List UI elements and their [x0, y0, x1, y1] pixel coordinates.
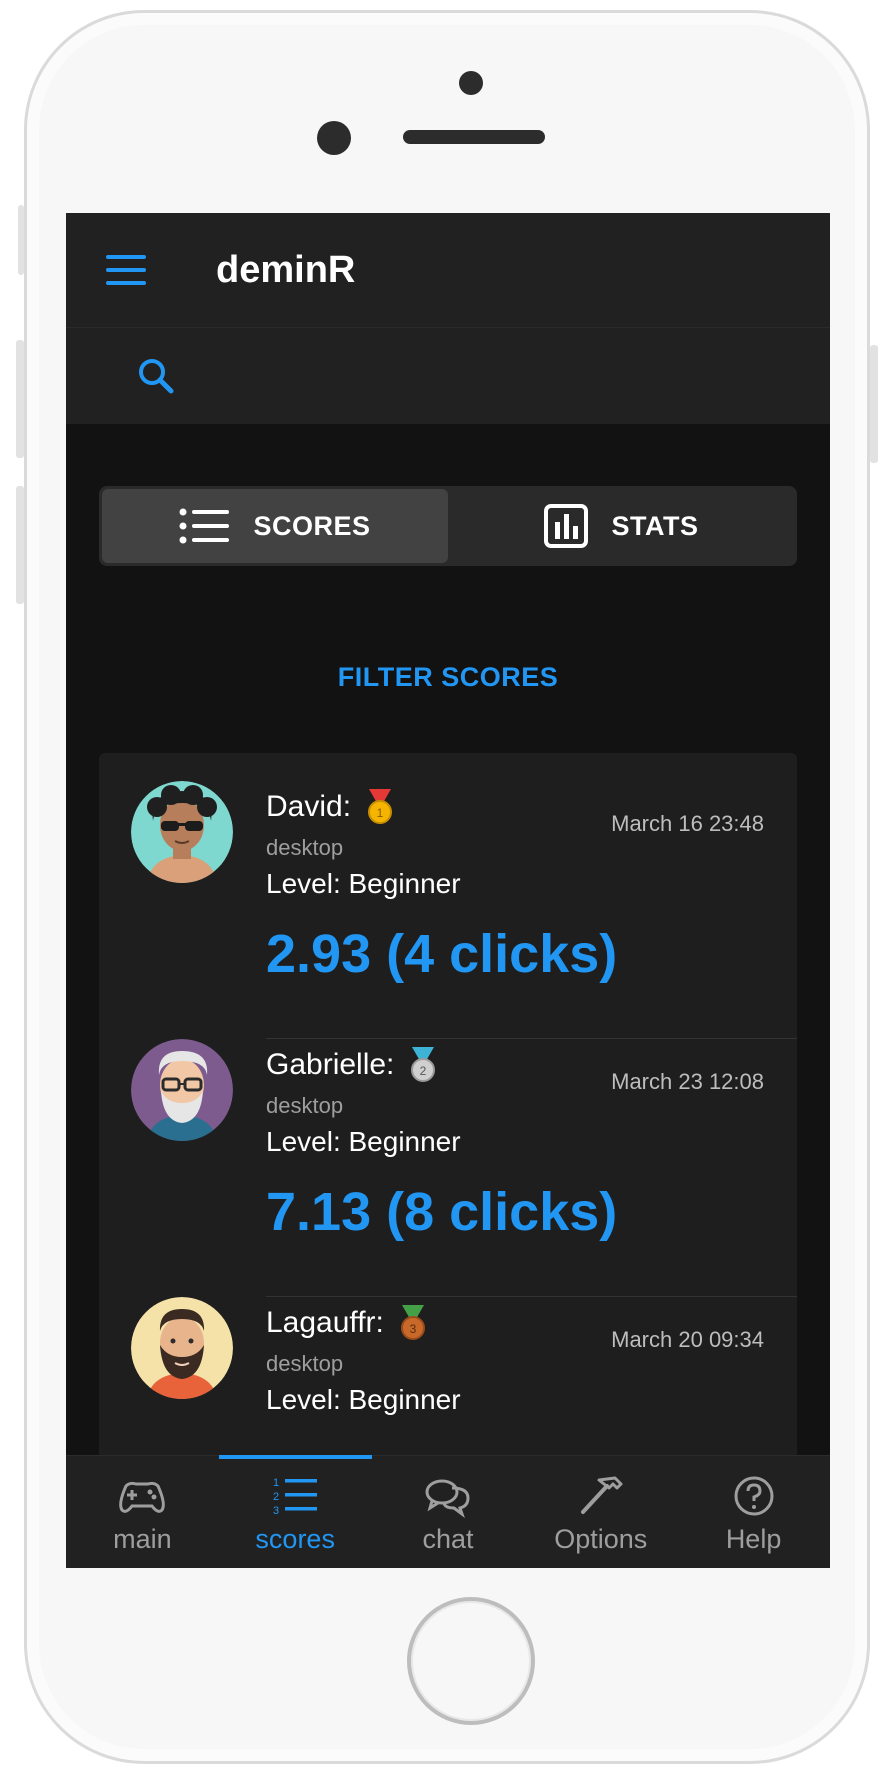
nav-label-help: Help [725, 1524, 782, 1554]
list-numbered-icon: 1 2 3 [273, 1477, 318, 1517]
bottom-navigation: main 1 2 3 scores chat Options Help [66, 1455, 830, 1568]
player-level: Level: Beginner [266, 1384, 461, 1415]
player-level: Level: Beginner [266, 868, 461, 899]
view-toggle: SCORES STATS [99, 486, 797, 566]
home-button[interactable] [407, 1597, 535, 1725]
bronze-medal-icon: 3 [400, 1305, 425, 1340]
svg-text:1: 1 [273, 1477, 279, 1489]
nav-label-main: main [113, 1524, 172, 1554]
hamburger-menu-icon[interactable] [106, 255, 146, 285]
gold-medal-icon: 1 [368, 789, 393, 824]
score-value: 7.13 (8 clicks) [266, 1182, 618, 1242]
mute-switch [18, 205, 24, 275]
svg-text:3: 3 [273, 1505, 279, 1517]
avatar [131, 1297, 233, 1399]
svg-text:2: 2 [420, 1064, 427, 1078]
nav-label-options: Options [554, 1524, 648, 1554]
player-device: desktop [266, 835, 344, 860]
svg-text:2: 2 [273, 1491, 279, 1503]
front-camera [459, 71, 483, 95]
app-title: deminR [216, 248, 356, 291]
score-date: March 20 09:34 [611, 1327, 764, 1352]
filter-scores-button[interactable]: FILTER SCORES [99, 662, 797, 693]
score-value: 2.93 (4 clicks) [266, 924, 618, 984]
nav-label-scores: scores [255, 1524, 335, 1554]
list-item[interactable]: David: 1 March 16 23:48 desktop Level: B… [99, 781, 797, 1039]
scores-content: SCORES STATS FILTER SCORES David: 1 Marc… [66, 486, 830, 1555]
help-icon [734, 1476, 774, 1516]
player-name: David: [266, 790, 352, 823]
gamepad-icon [119, 1481, 166, 1513]
player-device: desktop [266, 1093, 344, 1118]
nav-item-scores[interactable]: 1 2 3 scores [218, 1455, 372, 1568]
nav-item-chat[interactable]: chat [372, 1456, 525, 1568]
scores-toggle-label: SCORES [253, 510, 371, 541]
bar-chart-icon [543, 504, 588, 548]
nav-item-main[interactable]: main [66, 1456, 219, 1568]
proximity-sensor [317, 121, 351, 155]
nav-label-chat: chat [422, 1524, 474, 1554]
earpiece-speaker [403, 130, 545, 144]
svg-text:3: 3 [410, 1322, 417, 1336]
score-date: March 16 23:48 [611, 811, 764, 836]
avatar [131, 1039, 233, 1141]
nav-item-options[interactable]: Options [524, 1456, 677, 1568]
player-device: desktop [266, 1351, 344, 1376]
nav-item-help[interactable]: Help [677, 1456, 830, 1568]
chat-icon [425, 1479, 470, 1518]
stats-toggle-label: STATS [611, 510, 699, 541]
scores-toggle-button[interactable]: SCORES [102, 489, 448, 563]
app-bar: deminR [66, 213, 830, 328]
player-name: Lagauffr: [266, 1306, 384, 1339]
player-level: Level: Beginner [266, 1126, 461, 1157]
volume-up-button [16, 340, 24, 458]
player-name: Gabrielle: [266, 1048, 395, 1081]
list-item[interactable]: Gabrielle: 2 March 23 12:08 desktop Leve… [99, 1039, 797, 1297]
score-date: March 23 12:08 [611, 1069, 764, 1094]
power-button [870, 345, 878, 463]
scores-list: David: 1 March 16 23:48 desktop Level: B… [99, 753, 797, 1555]
avatar [131, 781, 233, 883]
hammer-icon [580, 1476, 623, 1514]
svg-text:1: 1 [377, 806, 384, 820]
app-screen: deminR SCORES STATS FILTER SCORES David:… [66, 213, 830, 1568]
search-icon[interactable] [136, 356, 176, 396]
volume-down-button [16, 486, 24, 604]
list-icon [179, 508, 230, 544]
stats-toggle-button[interactable]: STATS [448, 489, 794, 563]
silver-medal-icon: 2 [411, 1047, 436, 1082]
search-bar[interactable] [66, 328, 830, 424]
